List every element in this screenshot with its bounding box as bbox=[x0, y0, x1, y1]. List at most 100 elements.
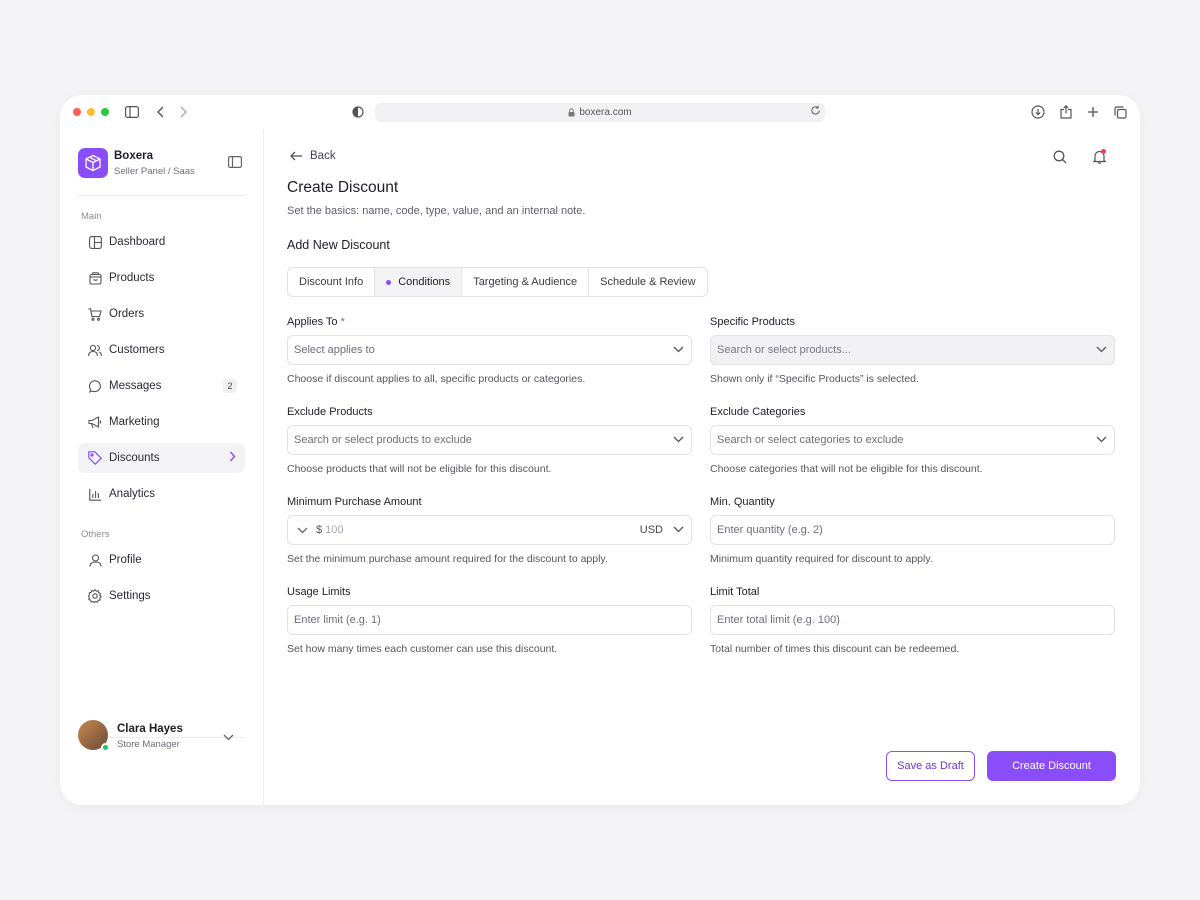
sidebar-item-label: Analytics bbox=[109, 488, 156, 500]
sidebar-item-profile[interactable]: Profile bbox=[78, 545, 245, 575]
chevron-down-icon bbox=[1096, 434, 1107, 446]
chevron-down-icon[interactable] bbox=[297, 527, 308, 534]
exclude-products-label: Exclude Products bbox=[287, 406, 373, 418]
usage-limits-placeholder: Enter limit (e.g. 1) bbox=[294, 614, 381, 626]
chevron-down-icon bbox=[1096, 344, 1107, 356]
back-button[interactable]: Back bbox=[290, 150, 336, 162]
bar-chart-icon bbox=[88, 487, 102, 501]
sidebar-item-label: Products bbox=[109, 272, 155, 284]
limit-total-label: Limit Total bbox=[710, 586, 760, 598]
sidebar-item-marketing[interactable]: Marketing bbox=[78, 407, 245, 437]
sidebar-item-orders[interactable]: Orders bbox=[78, 299, 245, 329]
sidebar-divider bbox=[78, 195, 245, 196]
share-icon[interactable] bbox=[1057, 103, 1075, 121]
min-purchase-input[interactable]: $ 100 USD bbox=[287, 515, 692, 545]
applies-to-placeholder: Select applies to bbox=[294, 344, 375, 356]
page-title: Create Discount bbox=[287, 179, 399, 196]
tab-schedule-review[interactable]: Schedule & Review bbox=[589, 268, 706, 296]
browser-window: boxera.com Boxera Seller Panel / Saas Ma… bbox=[60, 95, 1140, 805]
gear-icon bbox=[88, 589, 102, 603]
sidebar-item-customers[interactable]: Customers bbox=[78, 335, 245, 365]
tab-overview-icon[interactable] bbox=[1111, 103, 1129, 121]
sidebar-item-label: Customers bbox=[109, 344, 165, 356]
min-quantity-label: Min. Quantity bbox=[710, 496, 775, 508]
tab-label: Schedule & Review bbox=[600, 276, 696, 288]
sidebar-item-products[interactable]: Products bbox=[78, 263, 245, 293]
usage-limits-label: Usage Limits bbox=[287, 586, 351, 598]
sidebar-item-settings[interactable]: Settings bbox=[78, 581, 245, 611]
exclude-categories-label: Exclude Categories bbox=[710, 406, 806, 418]
sidebar-item-label: Messages bbox=[109, 380, 162, 392]
exclude-products-select[interactable]: Search or select products to exclude bbox=[287, 425, 692, 455]
exclude-products-help: Choose products that will not be eligibl… bbox=[287, 463, 552, 475]
sidebar-section-main: Main bbox=[81, 211, 102, 222]
maximize-window-button[interactable] bbox=[101, 108, 109, 116]
tab-label: Conditions bbox=[398, 276, 451, 288]
min-purchase-placeholder: 100 bbox=[325, 524, 344, 536]
exclude-categories-select[interactable]: Search or select categories to exclude bbox=[710, 425, 1115, 455]
reload-icon[interactable] bbox=[810, 105, 821, 116]
min-quantity-input[interactable]: Enter quantity (e.g. 2) bbox=[710, 515, 1115, 545]
limit-total-input[interactable]: Enter total limit (e.g. 100) bbox=[710, 605, 1115, 635]
applies-to-label-text: Applies To bbox=[287, 316, 338, 328]
chevron-down-icon[interactable] bbox=[223, 728, 234, 746]
notification-bell-icon[interactable] bbox=[1090, 148, 1108, 166]
chat-icon bbox=[88, 379, 102, 393]
required-mark: * bbox=[340, 316, 345, 328]
tab-label: Targeting & Audience bbox=[473, 276, 578, 288]
chevron-down-icon[interactable] bbox=[673, 524, 684, 536]
min-quantity-help: Minimum quantity required for discount t… bbox=[710, 553, 933, 565]
back-label: Back bbox=[310, 150, 336, 162]
avatar[interactable] bbox=[78, 720, 110, 752]
usage-limits-input[interactable]: Enter limit (e.g. 1) bbox=[287, 605, 692, 635]
download-icon[interactable] bbox=[1029, 103, 1047, 121]
form-tabs: Discount Info Conditions Targeting & Aud… bbox=[287, 267, 708, 297]
limit-total-placeholder: Enter total limit (e.g. 100) bbox=[717, 614, 840, 626]
new-tab-icon[interactable] bbox=[1084, 103, 1102, 121]
arrow-left-icon bbox=[290, 151, 302, 161]
specific-products-help: Shown only if “Specific Products” is sel… bbox=[710, 373, 919, 385]
page-subtitle: Set the basics: name, code, type, value,… bbox=[287, 205, 586, 217]
specific-products-select[interactable]: Search or select products... bbox=[710, 335, 1115, 365]
address-bar[interactable]: boxera.com bbox=[375, 103, 825, 122]
chevron-down-icon bbox=[673, 434, 684, 446]
nav-forward-icon[interactable] bbox=[174, 103, 192, 121]
sidebar-item-label: Settings bbox=[109, 590, 151, 602]
exclude-categories-placeholder: Search or select categories to exclude bbox=[717, 434, 904, 446]
active-tab-dot bbox=[386, 279, 392, 285]
section-title: Add New Discount bbox=[287, 238, 390, 252]
create-discount-button[interactable]: Create Discount bbox=[987, 751, 1116, 781]
tab-label: Discount Info bbox=[299, 276, 364, 288]
tab-targeting-audience[interactable]: Targeting & Audience bbox=[462, 268, 590, 296]
nav-back-icon[interactable] bbox=[152, 103, 170, 121]
applies-to-select[interactable]: Select applies to bbox=[287, 335, 692, 365]
sidebar-toggle-icon[interactable] bbox=[123, 103, 141, 121]
browser-toolbar: boxera.com bbox=[60, 95, 1140, 129]
save-draft-button[interactable]: Save as Draft bbox=[886, 751, 975, 781]
currency-select[interactable]: USD bbox=[640, 524, 663, 536]
collapse-sidebar-icon[interactable] bbox=[228, 155, 244, 171]
box-icon bbox=[88, 271, 102, 285]
sidebar-item-messages[interactable]: Messages 2 bbox=[78, 371, 245, 401]
sidebar-item-label: Dashboard bbox=[109, 236, 166, 248]
sidebar-item-dashboard[interactable]: Dashboard bbox=[78, 227, 245, 257]
privacy-shield-icon[interactable] bbox=[349, 103, 367, 121]
close-window-button[interactable] bbox=[73, 108, 81, 116]
applies-to-help: Choose if discount applies to all, speci… bbox=[287, 373, 586, 385]
chevron-right-icon bbox=[229, 451, 236, 465]
currency-symbol: $ bbox=[316, 524, 323, 536]
sidebar-item-analytics[interactable]: Analytics bbox=[78, 479, 245, 509]
exclude-categories-help: Choose categories that will not be eligi… bbox=[710, 463, 983, 475]
search-icon[interactable] bbox=[1051, 148, 1069, 166]
tab-discount-info[interactable]: Discount Info bbox=[288, 268, 376, 296]
specific-products-label: Specific Products bbox=[710, 316, 795, 328]
min-purchase-label: Minimum Purchase Amount bbox=[287, 496, 422, 508]
sidebar: Boxera Seller Panel / Saas Main Dashboar… bbox=[60, 129, 264, 805]
address-bar-url: boxera.com bbox=[579, 107, 632, 118]
sidebar-item-discounts[interactable]: Discounts bbox=[78, 443, 245, 473]
tab-conditions[interactable]: Conditions bbox=[375, 268, 463, 296]
minimize-window-button[interactable] bbox=[87, 108, 95, 116]
brand-logo[interactable] bbox=[78, 148, 108, 178]
min-quantity-placeholder: Enter quantity (e.g. 2) bbox=[717, 524, 823, 536]
sidebar-item-label: Discounts bbox=[109, 452, 160, 464]
